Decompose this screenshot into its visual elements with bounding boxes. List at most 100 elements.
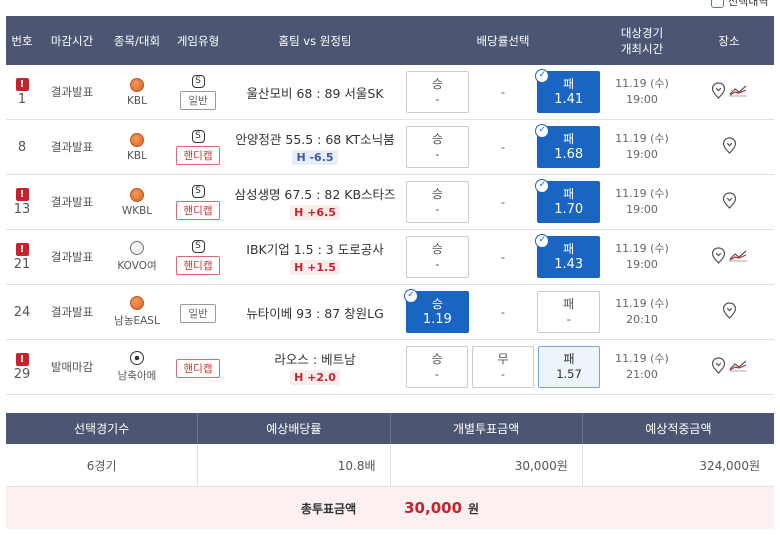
game-date: 11.19 (수) <box>615 297 669 310</box>
odds-button[interactable]: 승- <box>406 71 469 113</box>
venue-icons <box>711 82 748 102</box>
venue-cell <box>684 175 774 229</box>
odds-button: - <box>472 236 534 278</box>
odds-label: 승 <box>431 242 443 256</box>
game-type-tag: 핸디캡 <box>175 200 221 220</box>
odds-label: 승 <box>431 77 443 91</box>
state-cell: 결과발표 <box>38 120 106 174</box>
summary-header-games: 선택경기수 <box>6 413 199 444</box>
game-state: 결과발표 <box>50 140 94 154</box>
summary-row: 6경기 10.8배 30,000원 324,000원 <box>6 444 774 487</box>
odds-button: - <box>472 291 534 333</box>
odds-button[interactable]: ✓ 승 1.19 <box>404 289 469 333</box>
game-state: 결과발표 <box>50 195 94 209</box>
odds-value: 1.57 <box>556 367 582 381</box>
type-cell: S 핸디캡 <box>168 120 228 174</box>
odds-value: 1.19 <box>422 312 452 327</box>
num-cell: ! 21 <box>6 230 38 284</box>
odds-button[interactable]: 패 1.57 <box>538 346 600 388</box>
odds-button[interactable]: 패- <box>537 291 601 333</box>
odds-group: 승 - - ✓ 패 1.41 <box>406 69 601 113</box>
table-header: 번호 마감시간 종목/대회 게임유형 홈팀 vs 원정팀 배당률선택 대상경기 … <box>6 16 774 65</box>
trend-chart-icon[interactable] <box>728 84 748 101</box>
game-clock: 19:00 <box>626 93 658 106</box>
odds-button[interactable]: 승- <box>406 236 469 278</box>
league-cell: KOVO여 <box>106 230 168 284</box>
table-row: 24 결과발표 남농EASL 일반 뉴타이베 93 : 87 창원LG ✓ 승 1.19- 패 -… <box>6 285 774 340</box>
summary-games: 6경기 <box>6 444 199 486</box>
odds-group: 승 - - ✓ 패 1.70 <box>406 179 601 223</box>
odds-button[interactable]: 승- <box>406 346 468 388</box>
alert-icon: ! <box>15 352 29 366</box>
header-time-line1: 대상경기 <box>620 25 664 40</box>
basketball-icon <box>130 132 144 147</box>
game-number: 24 <box>13 305 31 320</box>
game-number: 8 <box>17 140 27 155</box>
map-pin-icon[interactable] <box>722 137 737 157</box>
venue-cell <box>684 65 774 119</box>
odds-label: 패 <box>563 242 575 256</box>
map-pin-icon[interactable] <box>722 302 737 322</box>
game-date: 11.19 (수) <box>615 77 669 90</box>
league-cell: KBL <box>106 120 168 174</box>
odds-button[interactable]: 무- <box>472 346 534 388</box>
odds-button[interactable]: ✓ 패 1.70 <box>535 179 601 223</box>
summary-header-odds: 예상배당률 <box>198 413 391 444</box>
check-icon: ✓ <box>535 69 550 83</box>
odds-button[interactable]: ✓ 패 1.41 <box>535 69 601 113</box>
game-state: 결과발표 <box>50 85 94 99</box>
odds-value: - <box>500 194 506 209</box>
time-cell: 11.19 (수) 19:00 <box>600 230 684 284</box>
odds-value: - <box>435 92 440 106</box>
state-cell: 발매마감 <box>38 340 106 394</box>
header-venue: 장소 <box>718 33 740 48</box>
state-cell: 결과발표 <box>38 65 106 119</box>
summary-header-payout: 예상적중금액 <box>645 422 712 436</box>
match-teams: 뉴타이베 93 : 87 창원LG <box>246 305 384 321</box>
basketball-icon <box>130 296 144 310</box>
odds-value: 1.43 <box>554 257 584 272</box>
trend-chart-icon[interactable] <box>728 359 748 376</box>
match-cell: IBK기업 1.5 : 3 도로공사 H +1.5 <box>228 230 402 284</box>
game-clock: 19:00 <box>626 148 658 161</box>
game-date: 11.19 (수) <box>615 187 669 200</box>
odds-button[interactable]: ✓ 패 1.68 <box>535 124 601 168</box>
venue-icons <box>722 302 737 322</box>
volleyball-icon <box>130 241 144 255</box>
summary-stake: 30,000원 <box>391 444 583 486</box>
alert-icon: ! <box>15 242 29 256</box>
odds-cell: 승 - - ✓ 패 1.70 <box>402 175 601 229</box>
single-badge: S <box>191 74 205 88</box>
odds-button: - <box>472 71 534 113</box>
match-teams: 울산모비 68 : 89 서울SK <box>246 85 384 101</box>
odds-button[interactable]: ✓ 패 1.43 <box>535 234 601 278</box>
header-league: 종목/대회 <box>113 33 161 48</box>
match-teams: 삼성생명 67.5 : 82 KB스타즈 <box>234 187 396 202</box>
odds-value: - <box>566 312 571 326</box>
venue-cell <box>684 230 774 284</box>
trend-chart-icon[interactable] <box>728 249 748 266</box>
odds-value: - <box>435 147 440 161</box>
league-cell: KBL <box>106 65 168 119</box>
map-pin-icon[interactable] <box>711 247 726 267</box>
league-name: WKBL <box>121 204 153 217</box>
selection-filter[interactable]: 선택내역 <box>711 0 768 8</box>
checkbox[interactable] <box>711 0 724 8</box>
odds-label: 무 <box>497 352 509 366</box>
odds-button[interactable]: 승- <box>406 126 469 168</box>
odds-value: - <box>500 304 506 319</box>
odds-label: 패 <box>563 187 575 201</box>
header-match: 홈팀 vs 원정팀 <box>278 33 352 48</box>
table-row: ! 21 결과발표 KOVO여 S 핸디캡 IBK기업 1.5 : 3 도로공사 H +1.5… <box>6 230 774 285</box>
map-pin-icon[interactable] <box>711 82 726 102</box>
table-row: ! 13 결과발표 WKBL S 핸디캡 삼성생명 67.5 : 82 KB스타즈 H +6.… <box>6 175 774 230</box>
odds-button[interactable]: 승- <box>406 181 469 223</box>
game-number: 1 <box>17 91 27 107</box>
map-pin-icon[interactable] <box>711 357 726 377</box>
single-badge: S <box>191 129 205 143</box>
map-pin-icon[interactable] <box>722 192 737 212</box>
odds-button: - <box>472 126 534 168</box>
header-type: 게임유형 <box>176 33 220 48</box>
type-cell: S 일반 <box>168 65 228 119</box>
game-date: 11.19 (수) <box>615 352 669 365</box>
